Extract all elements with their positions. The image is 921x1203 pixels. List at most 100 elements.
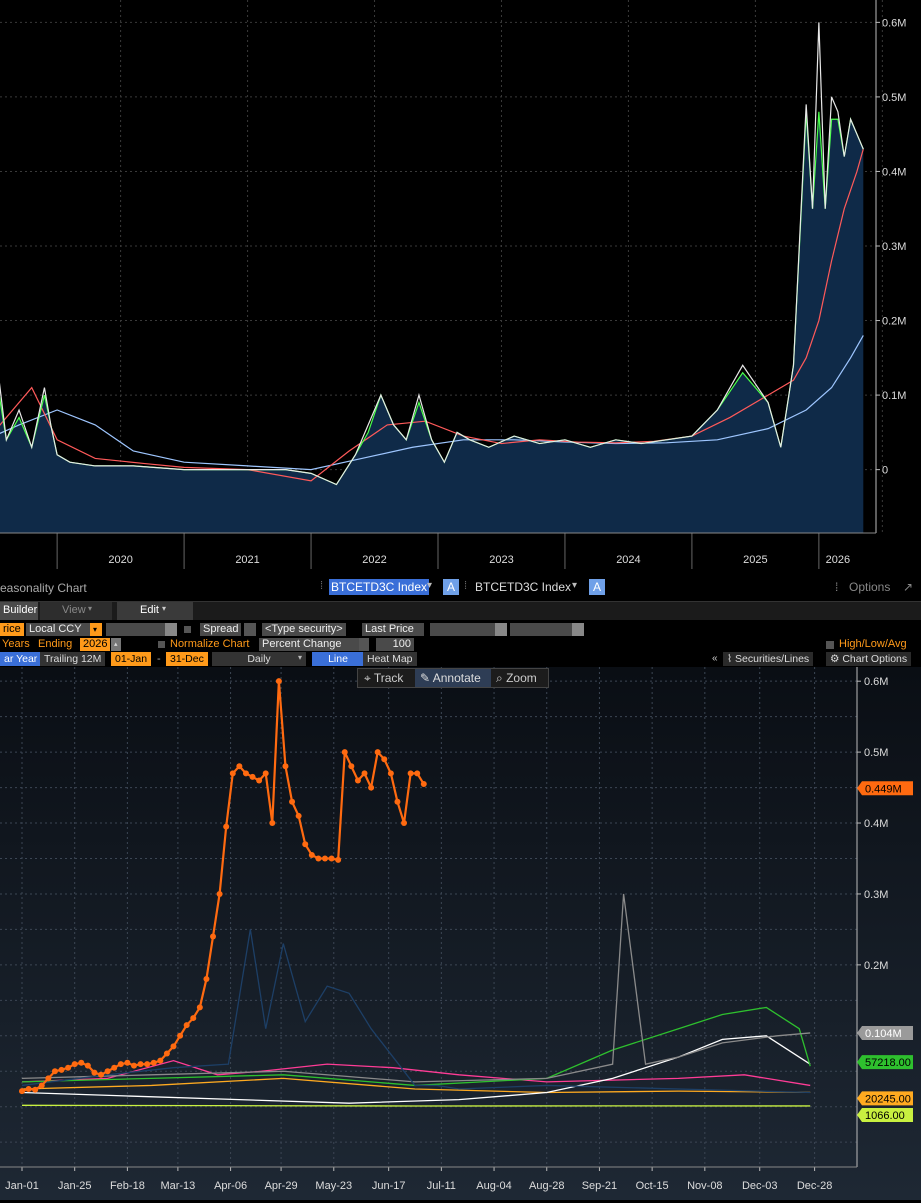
data-point (190, 1015, 197, 1022)
data-point (229, 770, 236, 777)
x-tick-label: 2022 (362, 554, 386, 566)
data-point (58, 1066, 65, 1073)
gear-icon: ⚙ (830, 653, 843, 665)
heatmap-tab[interactable]: Heat Map (363, 652, 417, 666)
top-area (0, 111, 864, 533)
x-tick-label: Apr-29 (265, 1180, 298, 1192)
view-menu[interactable]: View (62, 604, 86, 616)
track-tool[interactable]: ⌖ Track (364, 671, 403, 686)
data-point (45, 1075, 52, 1082)
spread-button[interactable]: Spread (200, 623, 242, 636)
blank-field-1[interactable] (430, 623, 496, 636)
frequency-select[interactable]: Daily (212, 652, 306, 666)
annotate-tool[interactable]: ✎ Annotate (420, 671, 481, 685)
panel-title: easonality Chart (0, 581, 87, 595)
x-tick-label: Aug-04 (476, 1180, 511, 1192)
data-point (71, 1061, 78, 1068)
chart-line-icon: ⌇ (727, 653, 736, 665)
ticker-badge-2[interactable]: A (589, 579, 605, 595)
ar-year-tab[interactable]: ar Year (0, 652, 42, 666)
ticker-badge[interactable]: A (443, 579, 459, 595)
data-point (249, 773, 256, 780)
date-dash: - (157, 653, 161, 665)
y-tick-label: 0.6M (882, 17, 906, 29)
data-point (216, 890, 223, 897)
chevron-down-icon: ▾ (162, 604, 167, 613)
change-mode-select[interactable]: Percent Change (259, 638, 361, 651)
zoom-tool[interactable]: ⌕ Zoom (496, 671, 537, 686)
top-chart: 0 0.1M 0.2M 0.3M 0.4M 0.5M 0.6M 2020 2021 2022 202… (0, 0, 921, 574)
data-point (51, 1068, 58, 1075)
search-icon: ⌕ (496, 671, 507, 685)
chevron-down-icon[interactable]: ▾ (90, 623, 102, 636)
ticker-second[interactable]: BTCETD3C Index (475, 580, 571, 594)
collapse-icon[interactable]: « (712, 653, 718, 664)
data-point (25, 1085, 32, 1092)
securities-lines-button[interactable]: ⌇ Securities/Lines (723, 652, 814, 666)
spread-dropdown[interactable] (244, 623, 256, 636)
chart-options-label: Chart Options (842, 653, 908, 665)
data-point (223, 823, 230, 830)
data-point (348, 763, 355, 770)
edit-menu[interactable]: Edit (140, 604, 159, 616)
hla-label: High/Low/Avg (839, 638, 907, 650)
data-point (295, 812, 302, 819)
data-point (98, 1071, 105, 1078)
y-tick-label: 0.4M (882, 166, 906, 178)
crosshair-icon: ⌖ (364, 671, 374, 685)
ending-input[interactable]: 2026 (80, 638, 111, 651)
chevron-down-icon[interactable] (359, 638, 369, 651)
end-date-input[interactable]: 31-Dec (166, 652, 208, 666)
chart-options-button[interactable]: ⚙ Chart Options (826, 652, 912, 666)
blank-select[interactable] (106, 623, 168, 636)
track-label: Track (373, 671, 404, 685)
x-tick-label: 2025 (743, 554, 767, 566)
line-tab[interactable]: Line (312, 652, 364, 666)
stepper-icon[interactable]: ▴ (111, 638, 121, 651)
chevron-down-icon[interactable]: ▾ (572, 580, 577, 591)
hla-checkbox[interactable] (826, 641, 834, 649)
spread-checkbox[interactable] (184, 626, 191, 633)
last-value-label: 0.449M (865, 783, 902, 795)
trailing-tab[interactable]: Trailing 12M (40, 652, 106, 666)
x-tick-label: Jan-01 (5, 1180, 39, 1192)
y-tick-label: 0.3M (882, 241, 906, 253)
currency-select[interactable]: Local CCY (26, 623, 96, 636)
options-link[interactable]: Options (849, 580, 890, 594)
x-tick-label: Oct-15 (636, 1180, 669, 1192)
y-tick-label: 0.3M (864, 889, 888, 901)
chart-tools: ⌖ Track ✎ Annotate ⌕ Zoom (357, 668, 549, 688)
data-point (328, 855, 335, 862)
chevron-down-icon[interactable] (572, 623, 584, 636)
security-input[interactable]: <Type security> (262, 623, 346, 636)
securities-lines-label: Securities/Lines (735, 653, 810, 665)
chevron-down-icon[interactable] (495, 623, 507, 636)
normalize-label: Normalize Chart (170, 638, 250, 650)
base-input[interactable]: 100 (376, 638, 414, 651)
data-point (19, 1088, 25, 1095)
data-point (130, 1062, 137, 1069)
blank-field-2[interactable] (510, 623, 576, 636)
options-icon[interactable]: ⁞ (835, 580, 838, 594)
expand-icon[interactable]: ↗ (903, 580, 913, 594)
annotate-label: Annotate (432, 671, 481, 685)
chevron-down-icon[interactable]: ▾ (427, 580, 432, 591)
price-label[interactable]: rice (0, 623, 24, 636)
top-chart-svg: 0 0.1M 0.2M 0.3M 0.4M 0.5M 0.6M 2020 2021 2022 202… (0, 0, 906, 569)
data-point (124, 1059, 131, 1066)
x-tick-label: May-23 (315, 1180, 352, 1192)
ticker-selected[interactable]: BTCETD3C Index (329, 579, 430, 595)
data-point (401, 820, 408, 827)
chevron-down-icon[interactable] (165, 623, 177, 636)
data-point (374, 749, 381, 756)
data-point (335, 856, 342, 863)
data-point (289, 798, 296, 805)
normalize-checkbox[interactable] (158, 641, 165, 648)
start-date-input[interactable]: 01-Jan (111, 652, 152, 666)
x-tick-label: Dec-28 (797, 1180, 832, 1192)
builder-menu[interactable]: Builder (3, 604, 37, 616)
field-select[interactable]: Last Price (362, 623, 424, 636)
y-tick-label: 0.6M (864, 676, 888, 688)
separator-icon: ⁞ (320, 580, 324, 592)
x-tick-label: Nov-08 (687, 1180, 722, 1192)
